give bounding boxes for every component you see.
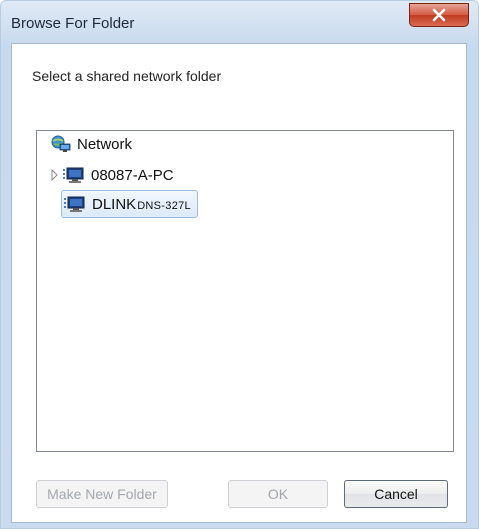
tree-node-sublabel: DNS-327L xyxy=(137,199,191,212)
tree-node-label: 08087-A-PC xyxy=(91,166,174,184)
network-icon xyxy=(51,135,71,152)
window-title: Browse For Folder xyxy=(11,15,135,32)
make-new-folder-button[interactable]: Make New Folder xyxy=(36,480,168,508)
computer-icon xyxy=(64,196,85,212)
tree-node-label: DLINK xyxy=(92,195,137,213)
folder-tree[interactable]: Network 08087-A-PC DLINKDNS-327L xyxy=(36,130,454,452)
cancel-button[interactable]: Cancel xyxy=(344,480,448,508)
tree-node-label: Network xyxy=(77,135,133,153)
close-icon xyxy=(432,8,446,22)
browse-for-folder-window: Browse For Folder Select a shared networ… xyxy=(0,0,479,529)
tree-node-dlink[interactable]: DLINKDNS-327L xyxy=(61,190,198,218)
title-bar[interactable]: Browse For Folder xyxy=(1,1,478,43)
close-button[interactable] xyxy=(409,3,469,27)
button-row: Make New Folder OK Cancel xyxy=(12,476,466,516)
computer-icon xyxy=(63,167,84,183)
expand-arrow-icon[interactable] xyxy=(51,169,59,181)
instruction-text: Select a shared network folder xyxy=(32,68,222,84)
tree-node-network[interactable]: Network xyxy=(51,131,132,157)
ok-button[interactable]: OK xyxy=(228,480,328,508)
tree-node-08087-a-pc[interactable]: 08087-A-PC xyxy=(63,162,174,188)
dialog-body: Select a shared network folder Network 0… xyxy=(11,43,467,523)
